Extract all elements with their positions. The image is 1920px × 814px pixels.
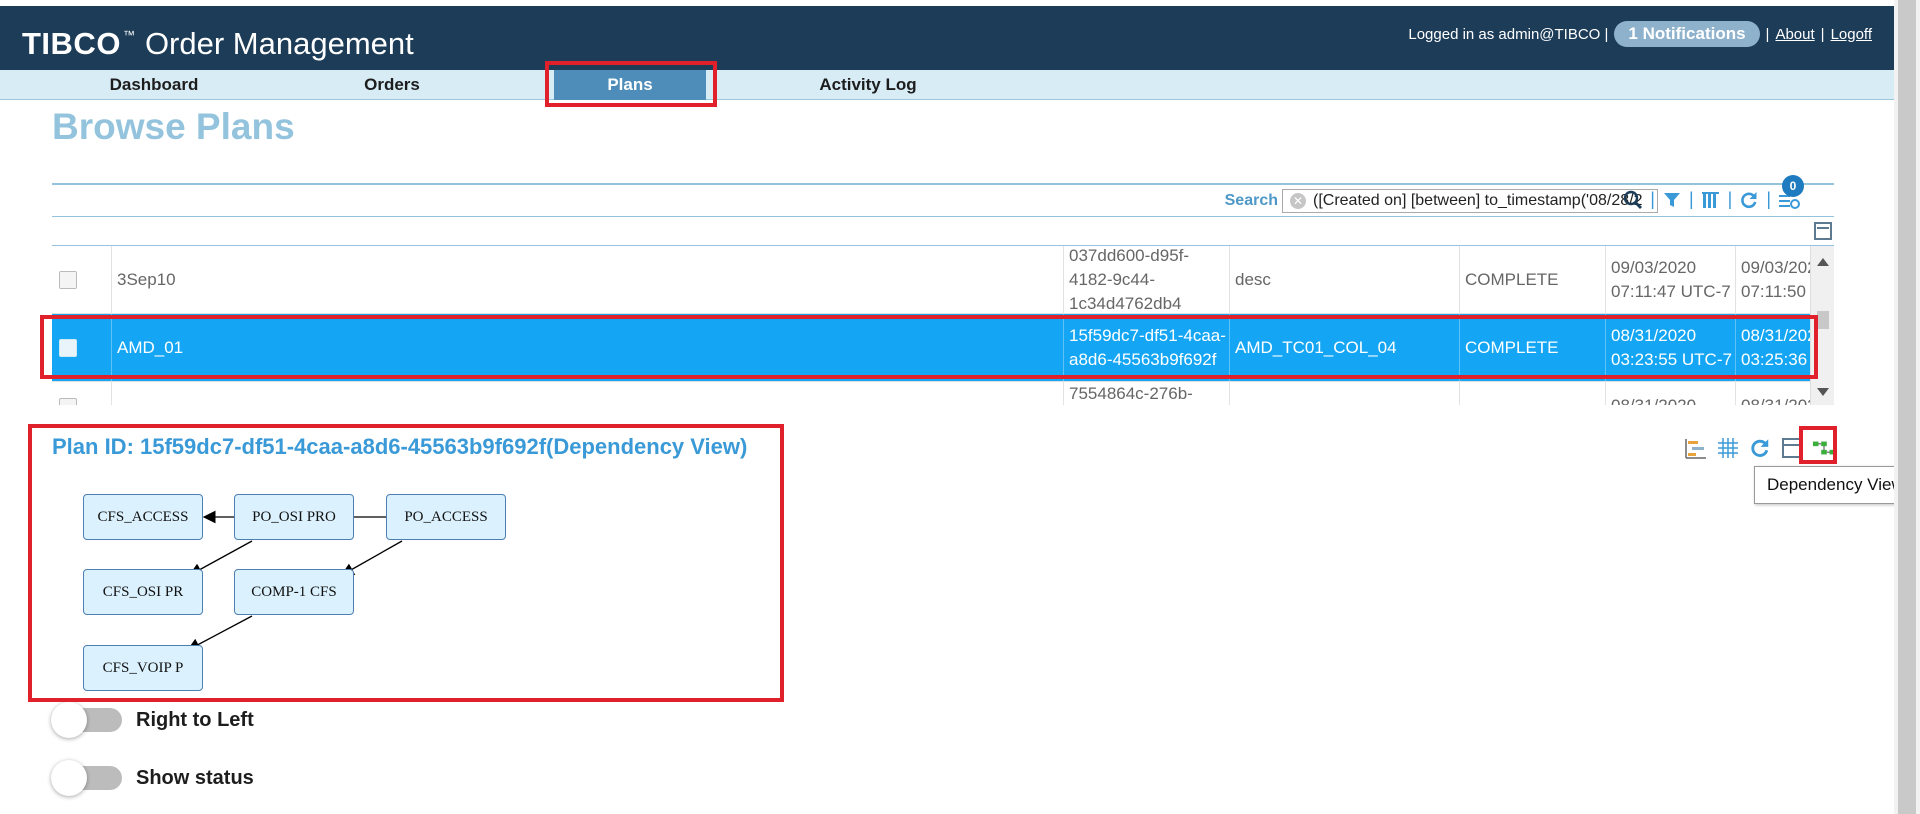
refresh-icon[interactable] [1748,436,1772,460]
node-cfs-voip-p[interactable]: CFS_VOIP P [83,645,203,691]
tab-activity-log[interactable]: Activity Log [800,70,936,100]
separator: | [1765,25,1770,43]
trademark-sign: ™ [122,28,135,42]
row-checkbox[interactable] [59,270,77,289]
about-link[interactable]: About [1775,26,1814,43]
grid-icon[interactable] [1716,436,1740,460]
plan-id: 15f59dc7-df51-4caa-a8d6-45563b9f692f [1064,314,1230,381]
table-row-selected[interactable]: AMD_01 15f59dc7-df51-4caa-a8d6-45563b9f6… [52,314,1834,382]
table-row[interactable]: 3Sep10 037dd600-d95f-4182-9c44-1c34d4762… [52,246,1834,314]
filter-icon[interactable] [1662,190,1682,210]
scroll-up-arrow-icon[interactable] [1817,258,1829,266]
show-status-toggle[interactable] [51,760,122,796]
search-input[interactable]: ✕ ([Created on] [between] to_timestamp('… [1282,189,1658,213]
user-bar: Logged in as admin@TIBCO | 1 Notificatio… [1408,21,1872,47]
row-checkbox-cell [52,314,112,381]
table-scrollbar[interactable] [1810,246,1834,405]
view-toolbar [1684,436,1836,460]
search-bar: Search ✕ ([Created on] [between] to_time… [52,175,1834,217]
plan-title: Plan ID: 15f59dc7-df51-4caa-a8d6-45563b9… [52,434,748,459]
scroll-down-arrow-icon[interactable] [1817,388,1829,396]
plan-created: 08/31/2020 [1606,382,1736,405]
columns-icon[interactable] [1701,190,1721,210]
right-to-left-toggle[interactable] [51,702,122,738]
scrollbar-thumb[interactable] [1817,311,1829,329]
notifications-button[interactable]: 1 Notifications [1614,21,1760,47]
separator: | [1688,189,1694,209]
right-to-left-toggle-row: Right to Left [51,702,254,738]
dependency-diagram: CFS_ACCESS PO_OSI PRO PO_ACCESS CFS_OSI … [52,470,772,700]
clear-search-icon[interactable]: ✕ [1290,193,1306,209]
node-cfs-osi-pr[interactable]: CFS_OSI PR [83,569,203,615]
logoff-link[interactable]: Logoff [1831,26,1872,43]
plan-status: COMPLETE [1460,246,1606,313]
search-label: Search [1224,192,1278,209]
gantt-icon[interactable] [1684,436,1708,460]
plans-table: 3Sep10 037dd600-d95f-4182-9c44-1c34d4762… [52,245,1834,405]
node-po-access[interactable]: PO_ACCESS [386,494,506,540]
search-toolbar: | | | | [1623,189,1800,210]
plan-id: 7554864c-276b- [1064,382,1230,405]
plan-name: AMD_01 [112,314,1064,381]
logged-in-text: Logged in as admin@TIBCO | [1408,25,1609,43]
show-status-label: Show status [136,766,254,789]
tab-plans[interactable]: Plans [554,70,706,100]
node-po-osi-pro[interactable]: PO_OSI PRO [234,494,354,540]
show-status-toggle-row: Show status [51,760,254,796]
plan-created: 09/03/2020 07:11:47 UTC-7 [1606,246,1736,313]
dependency-view-icon[interactable] [1812,436,1836,460]
page-scrollbar-thumb[interactable] [1898,0,1916,814]
search-icon[interactable] [1623,190,1643,210]
plan-description [1230,382,1460,405]
app-root: TIBCO ™ Order Management Logged in as ad… [0,0,1920,814]
plan-id: 037dd600-d95f-4182-9c44-1c34d4762db4 [1064,246,1230,313]
tab-dashboard[interactable]: Dashboard [92,70,216,100]
separator: | [1727,189,1733,209]
row-checkbox[interactable] [59,338,77,357]
refresh-icon[interactable] [1739,190,1759,210]
right-to-left-label: Right to Left [136,708,254,731]
plan-description: desc [1230,246,1460,313]
page-title: Browse Plans [52,106,295,147]
plan-name [112,382,1064,405]
plan-name: 3Sep10 [112,246,1064,313]
table-row[interactable]: 7554864c-276b- 08/31/2020 08/31/2020 [52,382,1826,405]
collapse-table-icon[interactable] [1814,222,1832,240]
brand-name: TIBCO [22,26,121,61]
row-checkbox[interactable] [59,398,77,405]
product-name: Order Management [144,26,414,61]
separator: | [1820,25,1825,43]
filter-count-badge: 0 [1782,175,1804,197]
tibco-logo: TIBCO ™ Order Management [22,26,414,62]
plan-description: AMD_TC01_COL_04 [1230,314,1460,381]
plan-status [1460,382,1606,405]
toggle-knob [51,702,87,738]
separator: | [1766,189,1771,209]
node-comp-1-cfs[interactable]: COMP-1 CFS [234,569,354,615]
plan-status: COMPLETE [1460,314,1606,381]
toggle-knob [51,760,87,796]
collapse-icon[interactable] [1780,436,1804,460]
row-checkbox-cell [52,382,112,405]
dependency-view-tooltip: Dependency View [1754,466,1917,504]
tab-orders[interactable]: Orders [330,70,454,100]
row-checkbox-cell [52,246,112,313]
app-header: TIBCO ™ Order Management Logged in as ad… [0,6,1894,70]
plan-created: 08/31/2020 03:23:55 UTC-7 [1606,314,1736,381]
search-query-text: ([Created on] [between] to_timestamp('08… [1313,192,1643,209]
node-cfs-access[interactable]: CFS_ACCESS [83,494,203,540]
separator: | [1650,189,1655,209]
page-scrollbar[interactable] [1894,0,1920,814]
main-nav: Dashboard Orders Plans Activity Log [0,70,1894,100]
